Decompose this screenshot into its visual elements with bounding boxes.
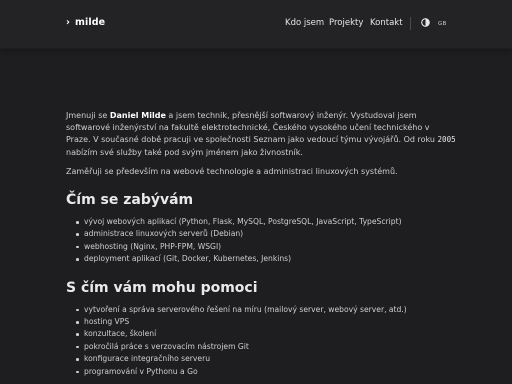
list-item: vývoj webových aplikací (Python, Flask, … [76,216,456,228]
list-item: vytvoření a správa serverového řešení na… [76,304,456,316]
intro-text-end: nabízím své služby také pod svým jménem … [66,147,303,157]
site-header: › milde Kdo jsem Projekty Kontakt GB [0,0,512,48]
chevron-right-icon: › [66,17,71,28]
list-item: konfigurace integračního serveru [76,353,456,365]
focus-paragraph: Zaměřuji se především na webové technolo… [66,166,398,176]
nav-link-kdo-jsem[interactable]: Kdo jsem [285,18,324,28]
language-switch[interactable]: GB [438,21,447,27]
section-heading-activities: Čím se zabývám [66,192,194,209]
activities-list: vývoj webových aplikací (Python, Flask, … [66,216,456,266]
intro-text-start: Jmenuji se [66,111,110,120]
nav-divider [410,17,411,30]
list-item: webhosting (Nginx, PHP-FPM, WSGI) [76,241,456,253]
list-item: deployment aplikací (Git, Docker, Kubern… [76,253,456,265]
services-list: vytvoření a správa serverového řešení na… [66,304,456,378]
intro-paragraph: Jmenuji se Daniel Milde a jsem technik, … [66,110,456,159]
nav-link-kontakt[interactable]: Kontakt [370,18,403,28]
list-item: administrace linuxových serverů (Debian) [76,228,456,240]
section-heading-services: S čím vám mohu pomoci [66,279,258,296]
theme-toggle-icon[interactable] [421,18,430,27]
list-item: konzultace, školení [76,328,456,340]
brand-link[interactable]: › milde [66,17,105,28]
author-name: Daniel Milde [109,111,166,120]
brand-name: milde [75,17,106,28]
nav-link-projekty[interactable]: Projekty [329,18,363,28]
list-item: pokročilá práce s verzovacím nástrojem G… [76,341,456,353]
list-item: hosting VPS [76,316,456,328]
main-content: Jmenuji se Daniel Milde a jsem technik, … [66,110,456,378]
list-item: programování v Pythonu a Go [76,366,456,378]
since-year: 2005 [437,135,456,145]
